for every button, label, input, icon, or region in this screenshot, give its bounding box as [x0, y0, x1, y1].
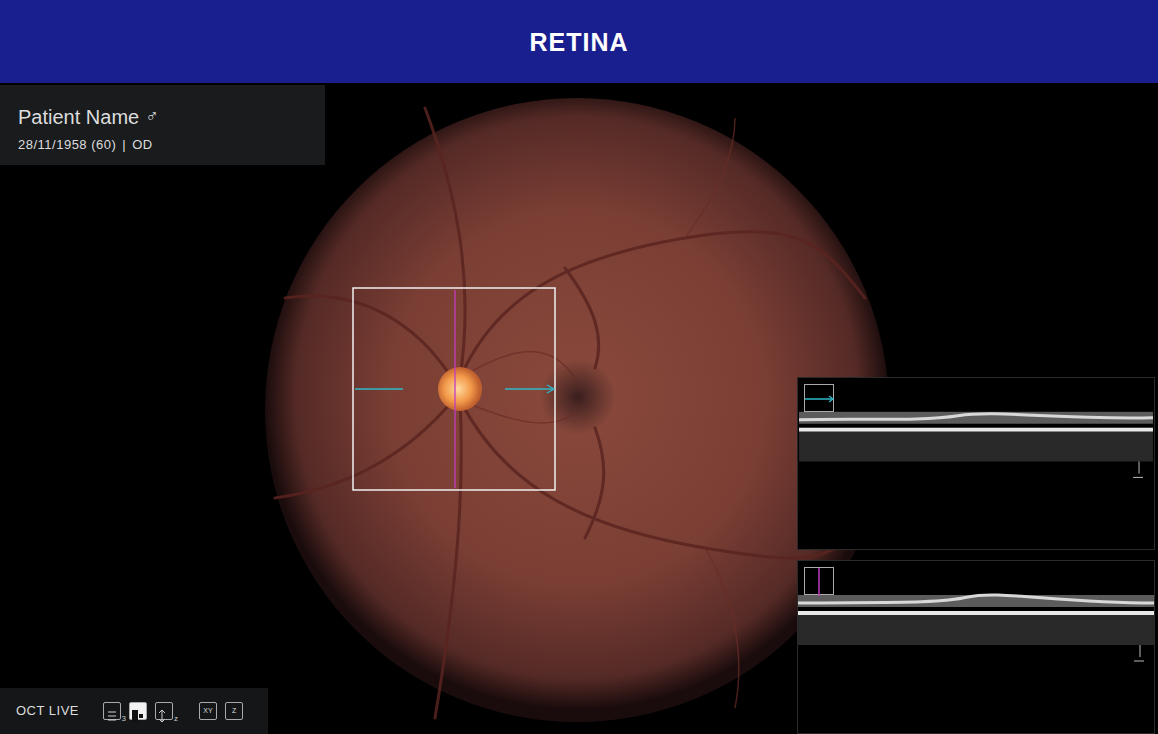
- oct-scan-panel: [797, 560, 1155, 734]
- icon-subscript: z: [174, 715, 178, 723]
- view-mode-button[interactable]: XY: [199, 702, 217, 720]
- list-view-button[interactable]: 3: [103, 702, 121, 720]
- oct-scan-panel: [797, 377, 1155, 550]
- patient-panel: Patient Name ♂ 28/11/1958 (60) | OD: [0, 85, 325, 165]
- vertical-scan-line[interactable]: [455, 290, 456, 488]
- banner-title: RETINA: [529, 27, 628, 57]
- list-icon: [104, 708, 120, 724]
- view-mode-button[interactable]: Z: [225, 702, 243, 720]
- depth-icon: [156, 708, 172, 724]
- banner: RETINA: [0, 0, 1158, 83]
- split-view-button[interactable]: [129, 702, 147, 720]
- oct-bscan-image: [798, 378, 1154, 549]
- oct-live-label: OCT LIVE: [16, 701, 79, 721]
- patient-name-row: Patient Name ♂: [18, 105, 307, 129]
- viewer: Patient Name ♂ 28/11/1958 (60) | OD OCT LIVE…: [0, 83, 1158, 734]
- depth-view-button[interactable]: z: [155, 702, 173, 720]
- scan-orientation-icon[interactable]: [804, 384, 834, 412]
- icon-subscript: 3: [122, 715, 126, 723]
- oct-live-toolbar: OCT LIVE 3 z XY Z: [0, 688, 268, 734]
- eye-label: OD: [132, 137, 153, 152]
- patient-name: Patient Name: [18, 105, 139, 129]
- scan-area[interactable]: [353, 288, 555, 490]
- oct-bscan-image: [798, 561, 1154, 733]
- separator: |: [122, 137, 126, 152]
- sex-icon: ♂: [145, 106, 159, 128]
- patient-details: 28/11/1958 (60) | OD: [18, 135, 307, 155]
- split-icon: [130, 708, 146, 724]
- scan-orientation-icon[interactable]: [804, 567, 834, 595]
- birth-date: 28/11/1958 (60): [18, 137, 116, 152]
